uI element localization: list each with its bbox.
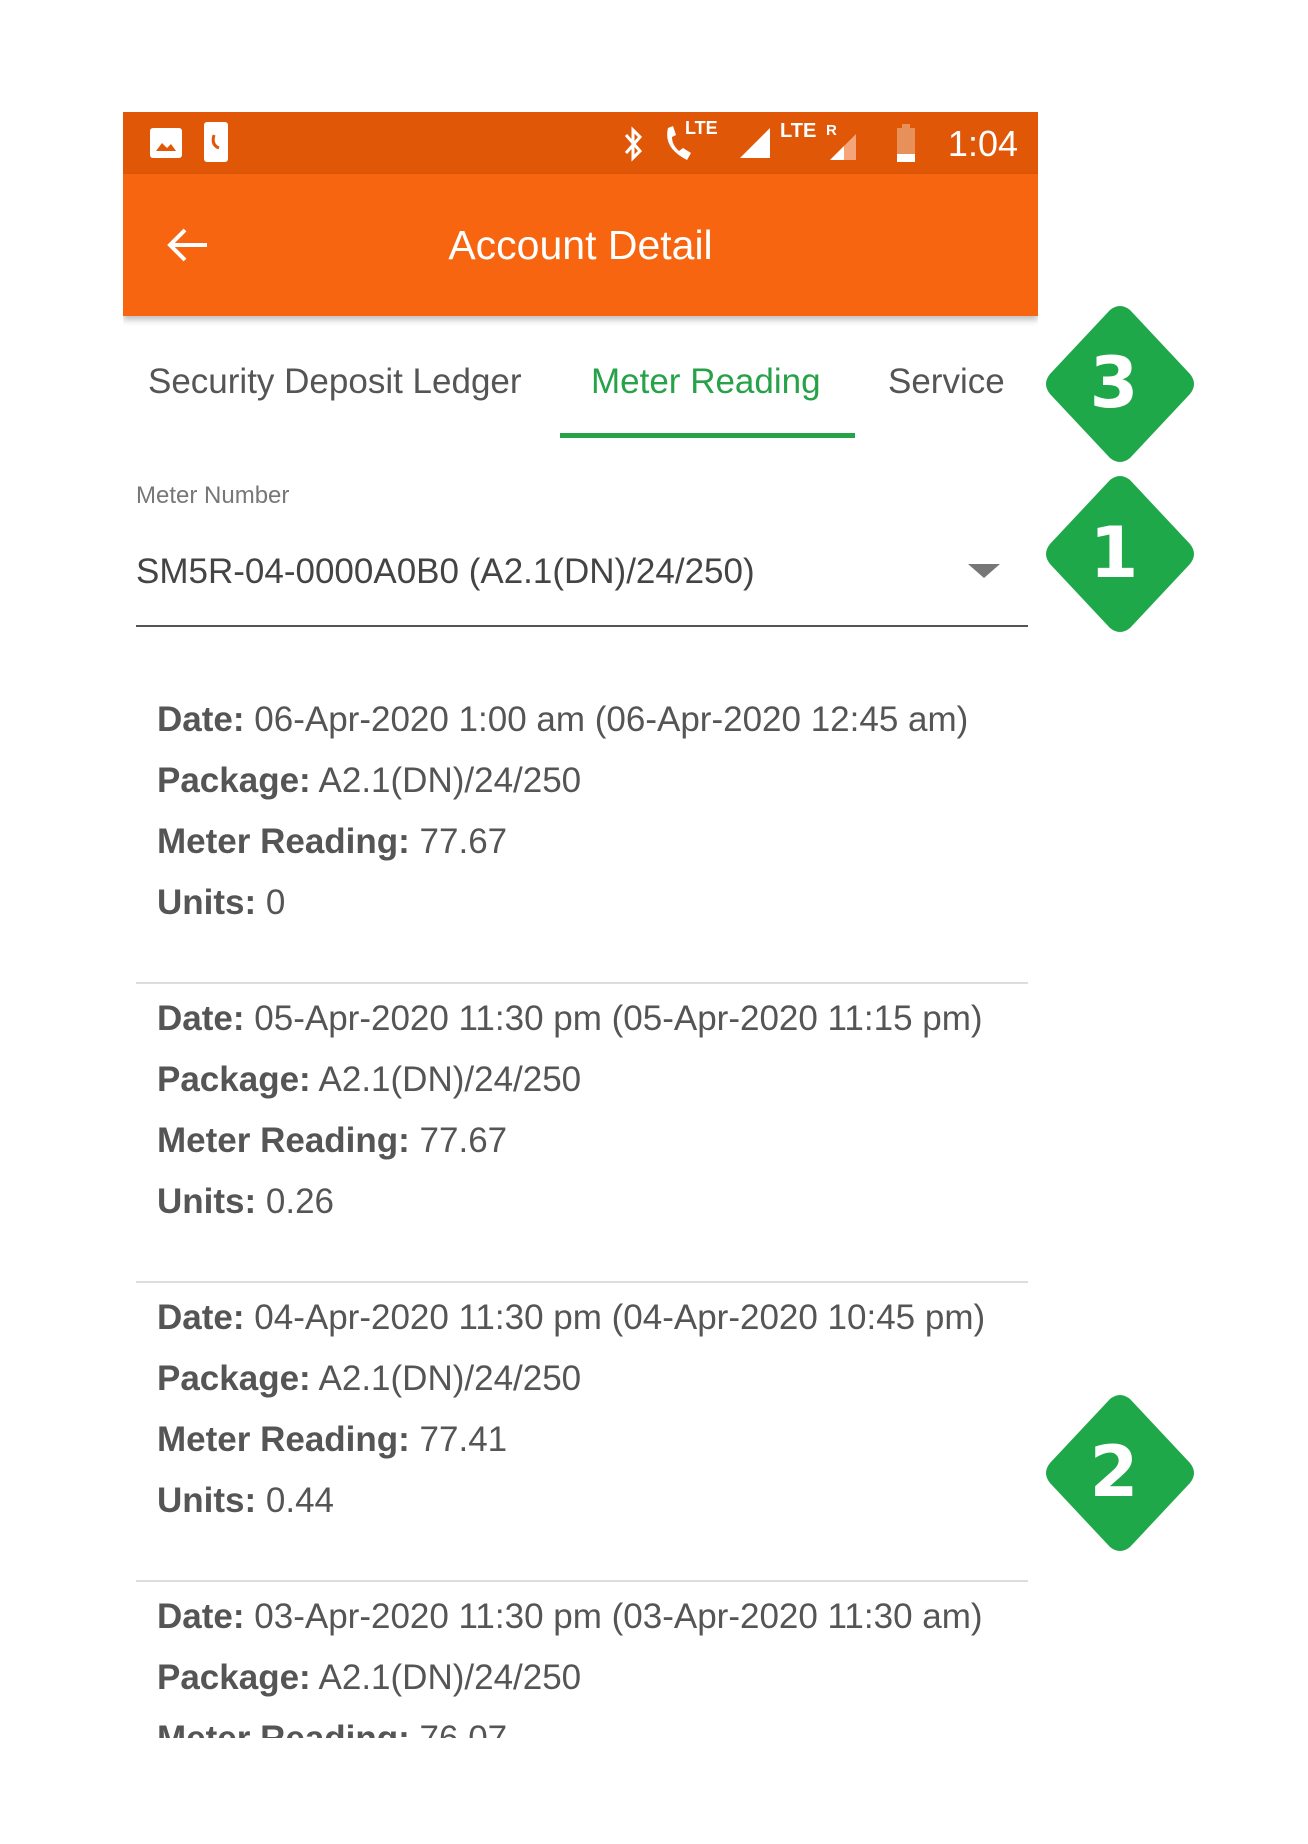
- bluetooth-icon: [624, 126, 643, 162]
- package-value: A2.1(DN)/24/250: [318, 1359, 582, 1398]
- meter-number-label: Meter Number: [136, 482, 290, 509]
- package-label: Package:: [157, 1359, 311, 1398]
- package-row: Package: A2.1(DN)/24/250: [157, 1348, 1028, 1409]
- date-row: Date: 03-Apr-2020 11:30 pm (03-Apr-2020 …: [157, 1586, 1028, 1647]
- units-label: Units:: [157, 883, 257, 922]
- units-label: Units:: [157, 1481, 257, 1520]
- active-tab-indicator: [560, 433, 855, 438]
- badge-number: 1: [1089, 512, 1139, 594]
- meter-number-select[interactable]: SM5R-04-0000A0B0 (A2.1(DN)/24/250): [136, 552, 755, 592]
- reading-row: Meter Reading: 77.41: [157, 1409, 1028, 1470]
- date-value: 04-Apr-2020 11:30 pm (04-Apr-2020 10:45 …: [254, 1298, 986, 1337]
- signal-icon: [740, 128, 770, 158]
- package-label: Package:: [157, 761, 311, 800]
- reading-label: Meter Reading:: [157, 1420, 410, 1459]
- badge-number: 3: [1089, 342, 1139, 424]
- meter-reading-list: Date: 06-Apr-2020 1:00 am (06-Apr-2020 1…: [136, 685, 1028, 1738]
- date-label: Date:: [157, 1298, 245, 1337]
- reading-value: 77.67: [419, 822, 508, 861]
- package-value: A2.1(DN)/24/250: [318, 1060, 582, 1099]
- units-label: Units:: [157, 1182, 257, 1221]
- dropdown-arrow-icon[interactable]: [968, 564, 1000, 578]
- date-row: Date: 06-Apr-2020 1:00 am (06-Apr-2020 1…: [157, 689, 1028, 750]
- roaming-signal-icon: [830, 134, 856, 160]
- reading-value: 77.67: [419, 1121, 508, 1160]
- badge-number: 2: [1089, 1431, 1139, 1513]
- date-row: Date: 05-Apr-2020 11:30 pm (05-Apr-2020 …: [157, 988, 1028, 1049]
- select-underline: [136, 625, 1028, 627]
- reading-row: Meter Reading: 77.67: [157, 811, 1028, 872]
- status-bar: LTE LTE R 1:04: [123, 112, 1038, 174]
- page-title: Account Detail: [448, 222, 713, 268]
- reading-label: Meter Reading:: [157, 822, 410, 861]
- package-row: Package: A2.1(DN)/24/250: [157, 1647, 1028, 1708]
- phone-screen: LTE LTE R 1:04 Account Detail Security D…: [123, 112, 1038, 1738]
- date-label: Date:: [157, 999, 245, 1038]
- package-value: A2.1(DN)/24/250: [318, 1658, 582, 1697]
- clock: 1:04: [947, 123, 1018, 164]
- units-value: 0: [265, 883, 286, 922]
- callout-badge-2: 2: [1040, 1393, 1200, 1553]
- list-item: Date: 03-Apr-2020 11:30 pm (03-Apr-2020 …: [136, 1582, 1028, 1738]
- package-row: Package: A2.1(DN)/24/250: [157, 750, 1028, 811]
- date-value: 03-Apr-2020 11:30 pm (03-Apr-2020 11:30 …: [254, 1597, 983, 1636]
- image-notification-icon: [150, 128, 182, 158]
- units-row: Units: 0.26: [157, 1171, 1028, 1232]
- list-item: Date: 06-Apr-2020 1:00 am (06-Apr-2020 1…: [136, 685, 1028, 984]
- date-value: 05-Apr-2020 11:30 pm (05-Apr-2020 11:15 …: [254, 999, 983, 1038]
- units-value: 0.26: [265, 1182, 335, 1221]
- list-item: Date: 04-Apr-2020 11:30 pm (04-Apr-2020 …: [136, 1283, 1028, 1582]
- units-row: Units: 0: [157, 872, 1028, 933]
- battery-icon: [897, 124, 915, 162]
- package-label: Package:: [157, 1060, 311, 1099]
- units-row: Units: 0.44: [157, 1470, 1028, 1531]
- reading-value: 77.41: [419, 1420, 508, 1459]
- date-row: Date: 04-Apr-2020 11:30 pm (04-Apr-2020 …: [157, 1287, 1028, 1348]
- list-item: Date: 05-Apr-2020 11:30 pm (05-Apr-2020 …: [136, 984, 1028, 1283]
- date-label: Date:: [157, 700, 245, 739]
- package-value: A2.1(DN)/24/250: [318, 761, 582, 800]
- callout-badge-3: 3: [1040, 304, 1200, 464]
- callout-badge-1: 1: [1040, 474, 1200, 634]
- reading-row: Meter Reading: 77.67: [157, 1110, 1028, 1171]
- reading-label: Meter Reading:: [157, 1719, 410, 1738]
- package-label: Package:: [157, 1658, 311, 1697]
- date-value: 06-Apr-2020 1:00 am (06-Apr-2020 12:45 a…: [254, 700, 969, 739]
- lte-data-label: LTE: [780, 120, 817, 142]
- tab-meter-reading[interactable]: Meter Reading: [591, 362, 821, 402]
- units-value: 0.44: [265, 1481, 335, 1520]
- tab-service[interactable]: Service: [888, 362, 1005, 402]
- phone-notification-icon: [204, 122, 228, 162]
- reading-row: Meter Reading: 76.07: [157, 1708, 1028, 1738]
- date-label: Date:: [157, 1597, 245, 1636]
- tab-security-deposit-ledger[interactable]: Security Deposit Ledger: [148, 362, 522, 402]
- reading-label: Meter Reading:: [157, 1121, 410, 1160]
- reading-value: 76.07: [420, 1719, 508, 1738]
- lte-call-label: LTE: [685, 118, 718, 138]
- package-row: Package: A2.1(DN)/24/250: [157, 1049, 1028, 1110]
- app-toolbar: Account Detail: [123, 174, 1038, 316]
